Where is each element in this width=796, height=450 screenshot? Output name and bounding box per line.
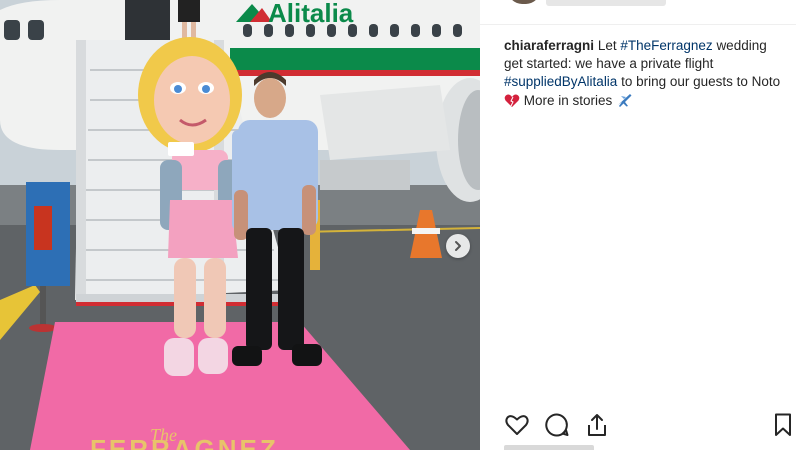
caption-text: to bring our guests to Noto bbox=[621, 74, 781, 89]
heart-emoji-icon bbox=[504, 94, 520, 113]
likes-count-cutoff bbox=[504, 445, 594, 450]
post-actions bbox=[504, 412, 796, 438]
svg-text:FERRAGNEZ: FERRAGNEZ bbox=[90, 434, 279, 450]
post-image[interactable]: Alitalia The FERRAGNEZ bbox=[0, 0, 480, 450]
hashtag-link[interactable]: #suppliedByAlitalia bbox=[504, 74, 617, 89]
post-photo: Alitalia The FERRAGNEZ bbox=[0, 0, 480, 450]
comment-icon bbox=[545, 413, 569, 437]
caption-text: Let bbox=[597, 38, 617, 53]
bookmark-icon bbox=[775, 413, 791, 436]
caption-text: More in stories bbox=[523, 93, 613, 108]
next-image-button[interactable] bbox=[446, 234, 470, 258]
avatar[interactable] bbox=[508, 0, 540, 4]
hashtag-link[interactable]: #TheFerragnez bbox=[620, 38, 712, 53]
comment-button[interactable] bbox=[544, 412, 570, 438]
heart-icon bbox=[505, 415, 529, 435]
save-button[interactable] bbox=[770, 412, 796, 438]
airplane-emoji-icon bbox=[616, 91, 634, 113]
svg-text:Alitalia: Alitalia bbox=[268, 0, 354, 28]
chevron-right-icon bbox=[455, 241, 461, 251]
post-header bbox=[480, 0, 796, 25]
caption-username[interactable]: chiaraferragni bbox=[504, 38, 594, 53]
like-button[interactable] bbox=[504, 412, 530, 438]
header-text-cutoff bbox=[546, 0, 666, 6]
post-caption: chiaraferragni Let #TheFerragnez wedding… bbox=[504, 37, 784, 113]
share-icon bbox=[588, 414, 606, 436]
post-side-panel: chiaraferragni Let #TheFerragnez wedding… bbox=[480, 0, 796, 450]
share-button[interactable] bbox=[584, 412, 610, 438]
